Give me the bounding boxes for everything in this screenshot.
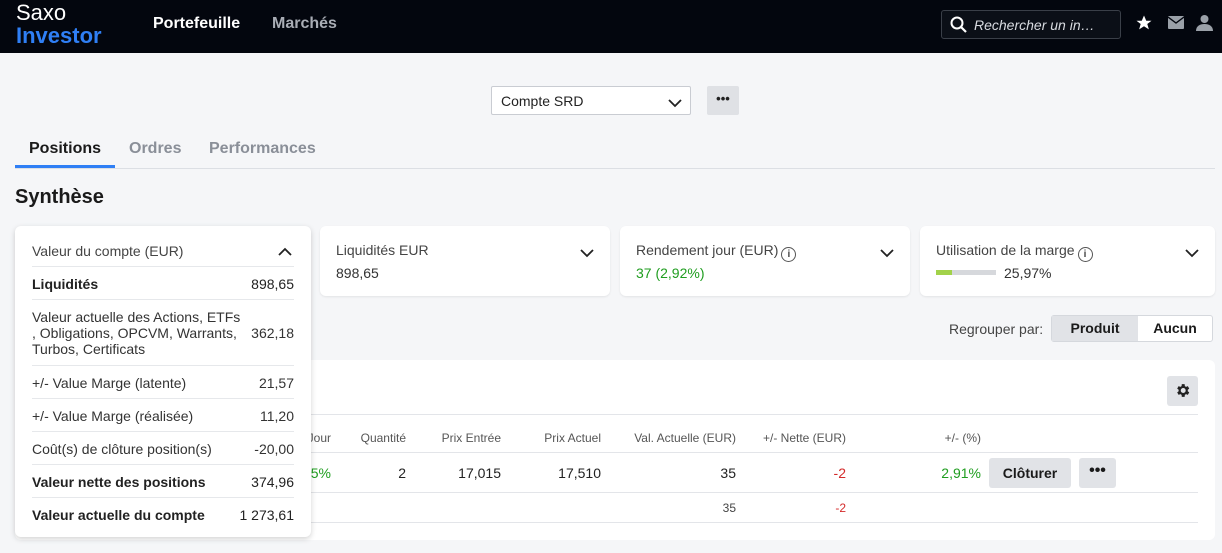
chevron-up-icon[interactable] [278,244,292,262]
cell-prix-actuel: 17,510 [558,465,601,481]
breakdown-value: 1 273,61 [239,507,295,523]
group-by-produit[interactable]: Produit [1052,316,1138,341]
logo-line-2: Investor [16,23,102,48]
logo-line-1: Saxo [16,0,67,25]
account-select[interactable]: Compte SRD [491,86,691,115]
card-title: Utilisation de la marge i [936,242,1093,262]
settings-button[interactable] [1167,376,1198,406]
close-position-button[interactable]: Clôturer [989,458,1071,488]
col-header-pct[interactable]: +/- (%) [900,431,981,445]
table-header-bottom-rule [310,452,1198,453]
chevron-down-icon[interactable] [1185,245,1199,263]
breakdown-label: Valeur nette des positions [32,474,206,490]
col-header-prix-entree[interactable]: Prix Entrée [420,431,501,445]
group-by-label: Regrouper par: [949,321,1044,337]
mail-icon[interactable] [1167,16,1185,34]
table-row-rule [310,492,1198,493]
tab-performances[interactable]: Performances [209,140,316,158]
breakdown-row: Valeur nette des positions 374,96 [32,464,294,497]
search-icon [950,16,967,38]
total-nette: -2 [835,501,846,515]
account-value-dropdown[interactable]: Valeur du compte (EUR) Liquidités 898,65… [15,226,311,537]
col-header-prix-actuel[interactable]: Prix Actuel [520,431,601,445]
breakdown-row: Coût(s) de clôture position(s) -20,00 [32,431,294,464]
breakdown-label: Coût(s) de clôture position(s) [32,441,212,457]
group-by-toggle: Produit Aucun [1051,315,1213,342]
tabs-divider [15,168,1215,169]
margin-usage-fill [936,270,952,275]
table-total-rule [310,522,1198,523]
breakdown-label: +/- Value Marge (latente) [32,375,187,391]
breakdown-value: 21,57 [258,375,294,391]
account-more-button[interactable]: ••• [707,86,739,115]
gear-icon [1177,384,1190,397]
margin-usage-bar [936,270,996,275]
breakdown-value: 362,18 [251,325,294,341]
col-header-quantite[interactable]: Quantité [340,431,406,445]
tab-ordres[interactable]: Ordres [129,140,181,158]
info-icon[interactable]: i [1077,247,1093,262]
saxo-investor-logo[interactable]: Saxo Investor [16,2,102,47]
section-title: Synthèse [15,186,104,208]
card-title: Liquidités EUR [336,242,429,258]
breakdown-label: Liquidités [32,276,99,292]
total-val-actuelle: 35 [722,501,736,515]
breakdown-value: -20,00 [254,441,294,457]
breakdown-row: +/- Value Marge (latente) 21,57 [32,365,294,398]
cell-quantite: 2 [398,465,406,481]
breakdown-row: +/- Value Marge (réalisée) 11,20 [32,398,294,431]
card-title: Rendement jour (EUR) i [636,242,797,262]
account-selected: Compte SRD [501,93,584,109]
group-by-aucun[interactable]: Aucun [1138,316,1212,341]
breakdown-row: Valeur actuelle des Actions, ETFs , Obli… [32,299,294,365]
breakdown-row: Liquidités 898,65 [32,266,294,299]
card-value: 37 (2,92%) [636,265,705,281]
card-liquidites[interactable]: Liquidités EUR 898,65 [320,226,610,296]
chevron-down-icon [668,95,682,113]
col-header-val-actuelle[interactable]: Val. Actuelle (EUR) [616,431,736,445]
cell-nette: -2 [833,465,846,481]
card-utilisation-marge[interactable]: Utilisation de la marge i 25,97% [920,226,1215,296]
row-more-button[interactable]: ••• [1079,458,1116,488]
table-header-top-rule [310,414,1198,415]
breakdown-row: Valeur actuelle du compte 1 273,61 [32,497,294,530]
chevron-down-icon[interactable] [580,245,594,263]
breakdown-value: 898,65 [251,276,294,292]
chevron-down-icon[interactable] [880,245,894,263]
account-value-title: Valeur du compte (EUR) [32,243,184,259]
cell-pct: 2,91% [941,465,981,481]
breakdown-value: 374,96 [251,474,294,490]
breakdown-label: Valeur actuelle des Actions, ETFs , Obli… [32,309,241,357]
col-header-nette[interactable]: +/- Nette (EUR) [746,431,846,445]
user-icon[interactable] [1196,14,1213,36]
card-value: 898,65 [336,265,379,281]
search-placeholder: Rechercher un in… [974,17,1095,33]
cell-prix-entree: 17,015 [458,465,501,481]
search-input[interactable]: Rechercher un in… [941,10,1121,39]
top-nav-bar: Saxo Investor Portefeuille Marchés Reche… [0,0,1222,53]
star-icon[interactable] [1135,14,1153,37]
breakdown-label: +/- Value Marge (réalisée) [32,408,194,424]
card-title-text: Utilisation de la marge [936,242,1075,258]
card-rendement-jour[interactable]: Rendement jour (EUR) i 37 (2,92%) [620,226,910,296]
nav-portefeuille[interactable]: Portefeuille [153,15,240,33]
tab-positions[interactable]: Positions [29,140,101,158]
cell-val-actuelle: 35 [720,465,736,481]
breakdown-label: Valeur actuelle du compte [32,507,205,523]
nav-marches[interactable]: Marchés [272,15,337,33]
card-value: 25,97% [1004,265,1052,281]
card-title-text: Rendement jour (EUR) [636,242,779,258]
info-icon[interactable]: i [781,247,797,262]
breakdown-value: 11,20 [260,408,294,424]
